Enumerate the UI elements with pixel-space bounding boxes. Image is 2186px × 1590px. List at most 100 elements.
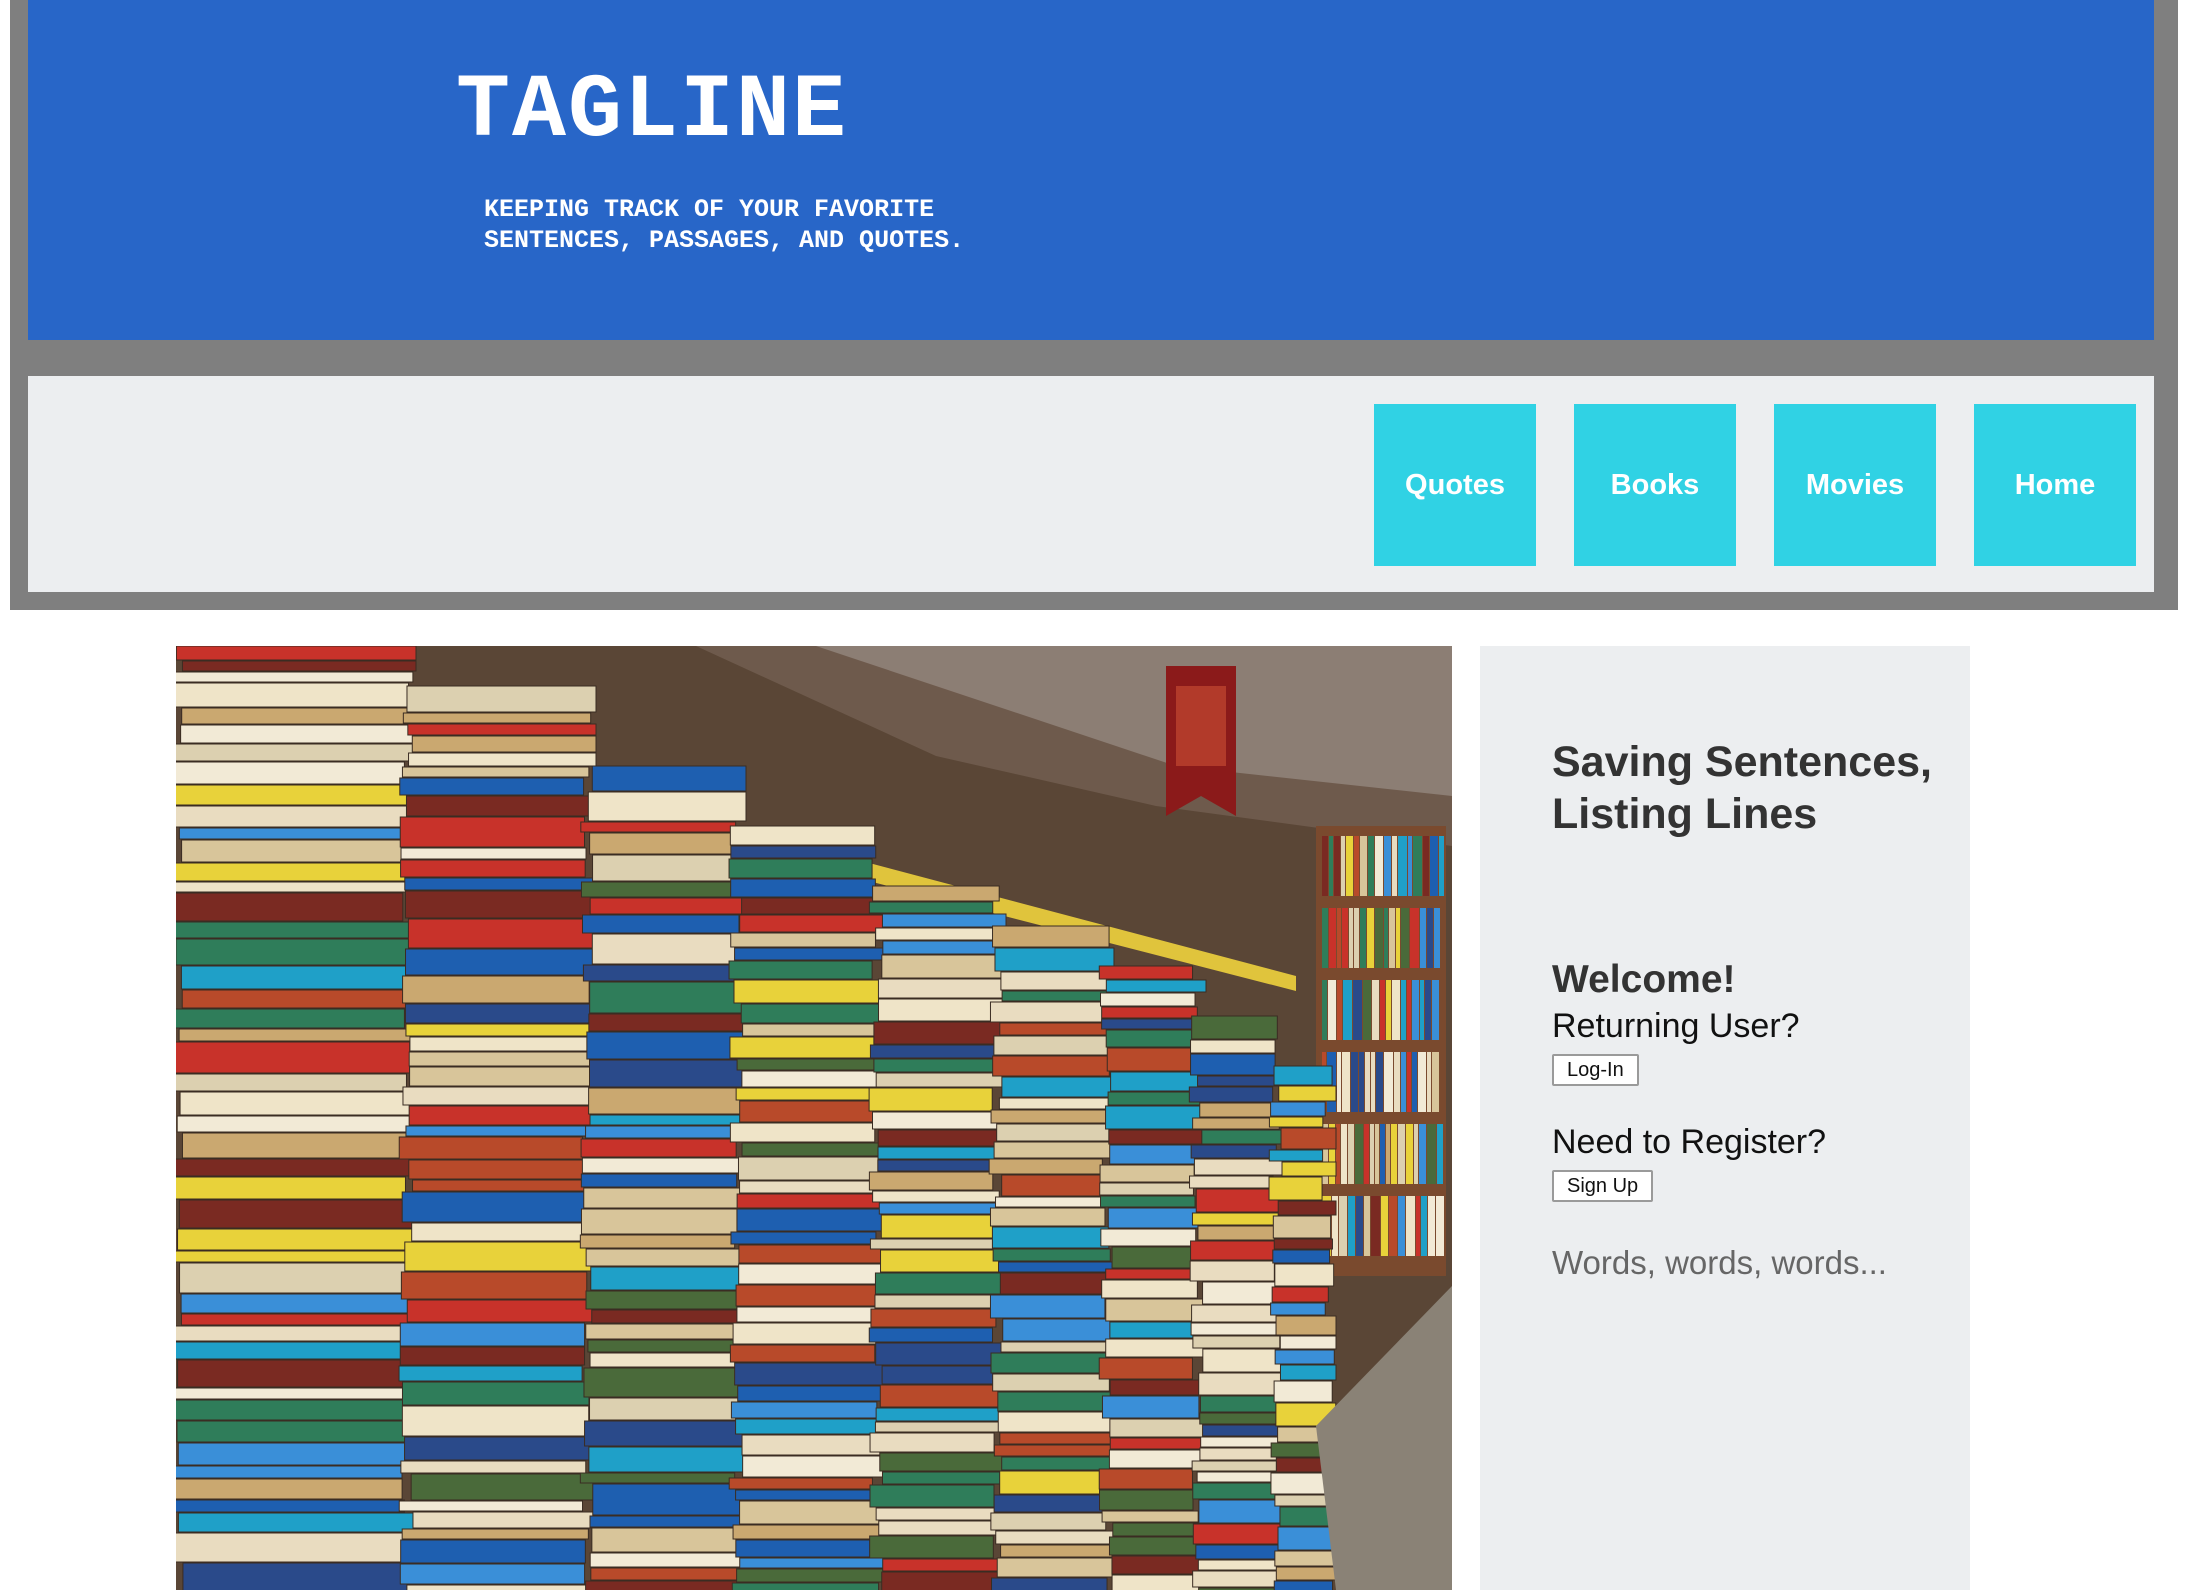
photo-book [871, 1111, 1000, 1130]
photo-book [729, 1122, 876, 1143]
photo-book [582, 964, 742, 982]
photo-book [178, 827, 417, 840]
photo-book [579, 1234, 736, 1249]
photo-book [741, 1434, 887, 1456]
photo-book [877, 1129, 1007, 1147]
nav-home-button[interactable]: Home [1974, 404, 2136, 566]
photo-book [1197, 1075, 1287, 1087]
photo-book [874, 1272, 1006, 1295]
photo-book [405, 795, 597, 817]
photo-book [998, 1261, 1117, 1273]
photo-book [728, 960, 873, 980]
photo-book [1195, 1544, 1287, 1560]
photo-book [176, 1532, 408, 1563]
sidebar-footer-text: Words, words, words... [1552, 1244, 1887, 1281]
photo-book-spine [1406, 1124, 1413, 1184]
photo-book [408, 1105, 597, 1126]
photo-book [589, 1352, 747, 1368]
photo-book-spine [1430, 836, 1438, 896]
nav-quotes-button[interactable]: Quotes [1374, 404, 1536, 566]
photo-book [405, 948, 596, 976]
photo-book [875, 1342, 1006, 1366]
photo-book [585, 1125, 746, 1139]
photo-book [400, 1460, 587, 1474]
photo-book [1275, 1566, 1337, 1581]
photo-book [402, 1086, 591, 1106]
photo-book [1000, 1544, 1117, 1558]
photo-book-spine [1401, 908, 1409, 968]
photo-book [1273, 1380, 1333, 1403]
photo-book [176, 646, 417, 661]
photo-book [579, 1472, 736, 1484]
photo-book [732, 1524, 881, 1540]
photo-book [176, 784, 410, 806]
photo-book-spine [1376, 1052, 1383, 1112]
photo-book [870, 1308, 997, 1328]
photo-book [407, 723, 597, 736]
photo-book [1192, 1482, 1281, 1500]
photo-book [1191, 1304, 1278, 1323]
signup-button[interactable]: Sign Up [1552, 1170, 1654, 1202]
photo-book [875, 1507, 1007, 1521]
photo-book [1190, 1240, 1276, 1261]
photo-book [412, 1179, 597, 1192]
photo-book [741, 1142, 887, 1157]
photo-book [406, 1584, 597, 1590]
photo-book-spine [1372, 980, 1379, 1040]
photo-book [176, 892, 404, 922]
photo-book [868, 1171, 994, 1191]
photo-book-spine [1342, 1052, 1350, 1112]
photo-book-spine [1354, 836, 1359, 896]
photo-book [879, 1452, 1007, 1472]
nav-movies-button[interactable]: Movies [1774, 404, 1936, 566]
photo-book [869, 1044, 996, 1059]
photo-book [735, 1284, 887, 1307]
photo-book [405, 1125, 597, 1137]
photo-book [1268, 1116, 1324, 1128]
photo-book-spine [1392, 980, 1400, 1040]
photo-book [1197, 1559, 1287, 1571]
photo-book [737, 1385, 887, 1402]
photo-book-spine [1386, 1124, 1390, 1184]
photo-book [735, 1489, 886, 1501]
photo-book [1274, 1263, 1335, 1287]
photo-book [580, 1138, 737, 1158]
photo-book-spine [1365, 1052, 1370, 1112]
photo-book [735, 1418, 886, 1435]
photo-book [1279, 1364, 1337, 1381]
photo-book [1099, 1182, 1194, 1196]
photo-book [1189, 1175, 1274, 1189]
login-button[interactable]: Log-In [1552, 1054, 1639, 1086]
photo-book-spine [1370, 1124, 1374, 1184]
photo-book [729, 1036, 875, 1059]
photo-book [1272, 1249, 1331, 1264]
photo-book [587, 1339, 747, 1353]
photo-book [1192, 1570, 1280, 1588]
photo-book [739, 1180, 887, 1194]
photo-book-spine [1353, 980, 1362, 1040]
photo-book-spine [1419, 1124, 1426, 1184]
photo-book [589, 1059, 747, 1088]
photo-book [176, 1250, 407, 1263]
photo-book-spine [1434, 908, 1440, 968]
photo-book [589, 1552, 747, 1568]
photo-book [1109, 1418, 1207, 1438]
photo-book [404, 877, 595, 891]
photo-book [1002, 1318, 1117, 1342]
photo-book-spine [1394, 1052, 1400, 1112]
photo-book [1270, 1442, 1327, 1458]
photo-book-spine [1336, 1124, 1340, 1184]
photo-book-spine [1322, 836, 1328, 896]
photo-book [882, 1558, 1007, 1572]
photo-book [1111, 1555, 1207, 1575]
photo-book [1270, 1302, 1326, 1316]
nav-books-button[interactable]: Books [1574, 404, 1736, 566]
photo-book-spine [1348, 1196, 1355, 1256]
photo-book [589, 981, 747, 1014]
photo-book [1191, 1212, 1280, 1226]
photo-book [739, 1100, 887, 1123]
photo-book [1272, 1215, 1332, 1239]
photo-book [1277, 1200, 1337, 1216]
photo-book [176, 938, 417, 966]
photo-book [1112, 1522, 1207, 1537]
